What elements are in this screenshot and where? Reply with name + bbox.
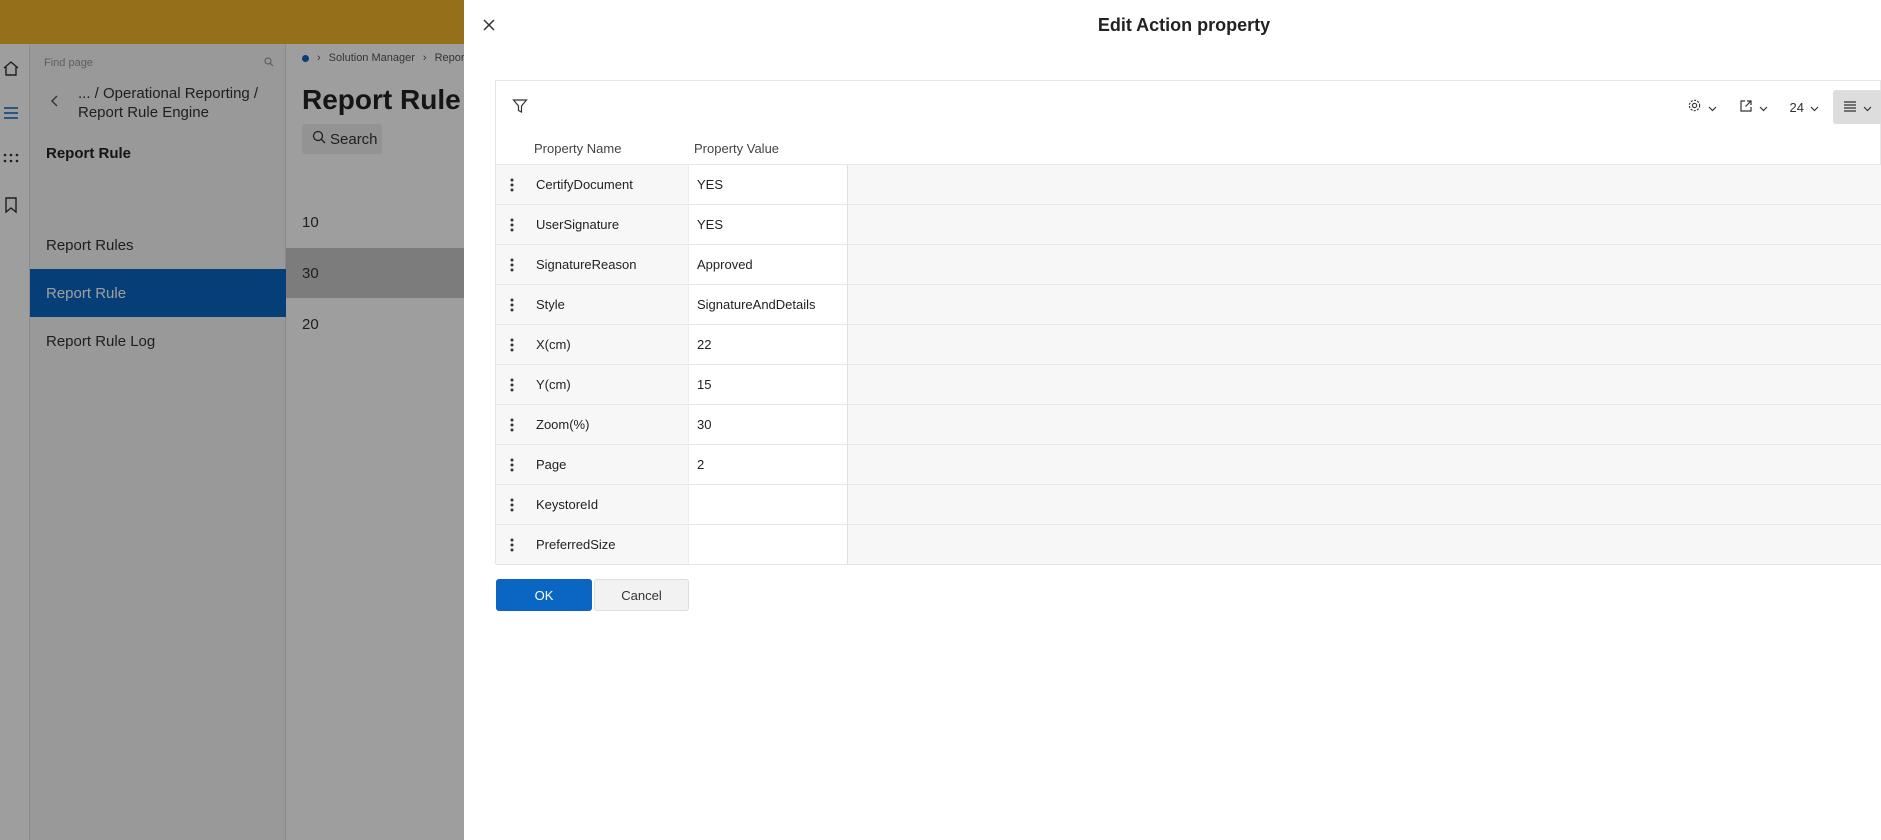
property-value-input[interactable] [688,525,848,564]
column-header-property-name[interactable]: Property Name [534,141,621,156]
property-value-input[interactable]: Approved [688,245,848,284]
cancel-button[interactable]: Cancel [594,579,689,611]
grid-toolbar: 24 [496,81,1881,133]
export-icon [1739,99,1753,116]
edit-action-property-dialog: Edit Action property 24 Property Name Pr… [464,0,1881,840]
table-row[interactable]: Style SignatureAndDetails [496,285,1881,325]
table-row[interactable]: CertifyDocument YES [496,165,1881,205]
dialog-title: Edit Action property [1097,15,1271,35]
property-name: Y(cm) [536,377,571,392]
grid-rows: CertifyDocument YES UserSignature YES Si… [496,165,1881,565]
chevron-down-icon [1708,100,1717,115]
property-name: PreferredSize [536,537,616,552]
property-value-input[interactable]: 30 [688,405,848,444]
property-name: Zoom(%) [536,417,590,432]
table-row[interactable]: SignatureReason Approved [496,245,1881,285]
property-name: KeystoreId [536,497,599,512]
export-menu-button[interactable] [1731,90,1776,124]
row-menu-icon[interactable] [506,495,518,515]
property-value-input[interactable]: 2 [688,445,848,484]
grid-header-row: Property Name Property Value [496,133,1881,165]
table-row[interactable]: Zoom(%) 30 [496,405,1881,445]
row-menu-icon[interactable] [506,335,518,355]
table-row[interactable]: Page 2 [496,445,1881,485]
property-value-input[interactable]: 22 [688,325,848,364]
page-size-value: 24 [1789,99,1804,115]
row-menu-icon[interactable] [506,255,518,275]
row-menu-icon[interactable] [506,415,518,435]
chevron-down-icon [1759,100,1768,115]
density-menu-button[interactable] [1833,90,1881,124]
property-value-input[interactable] [688,485,848,524]
row-menu-icon[interactable] [506,175,518,195]
table-row[interactable]: X(cm) 22 [496,325,1881,365]
page-size-select[interactable]: 24 [1782,90,1827,124]
column-header-property-value[interactable]: Property Value [694,141,779,156]
property-value-input[interactable]: SignatureAndDetails [688,285,848,324]
table-row[interactable]: UserSignature YES [496,205,1881,245]
row-menu-icon[interactable] [506,455,518,475]
property-name: Style [536,297,565,312]
table-row[interactable]: Y(cm) 15 [496,365,1881,405]
toolbar-right: 24 [1679,89,1881,125]
settings-menu-button[interactable] [1679,90,1725,124]
property-value-input[interactable]: YES [688,165,848,204]
row-menu-icon[interactable] [506,215,518,235]
table-row[interactable]: PreferredSize [496,525,1881,565]
density-icon [1843,100,1857,115]
chevron-down-icon [1863,100,1872,115]
filter-icon [512,98,528,119]
row-menu-icon[interactable] [506,375,518,395]
ok-button[interactable]: OK [496,579,592,611]
chevron-down-icon [1810,100,1819,115]
property-value-input[interactable]: YES [688,205,848,244]
filter-button[interactable] [510,98,530,118]
property-name: Page [536,457,567,472]
property-name: CertifyDocument [536,177,633,192]
table-row[interactable]: KeystoreId [496,485,1881,525]
property-name: X(cm) [536,337,571,352]
property-name: SignatureReason [536,257,637,272]
property-name: UserSignature [536,217,620,232]
property-value-input[interactable]: 15 [688,365,848,404]
row-menu-icon[interactable] [506,535,518,555]
row-menu-icon[interactable] [506,295,518,315]
property-grid: 24 Property Name Property Value CertifyD… [495,80,1881,565]
gear-icon [1687,98,1702,116]
